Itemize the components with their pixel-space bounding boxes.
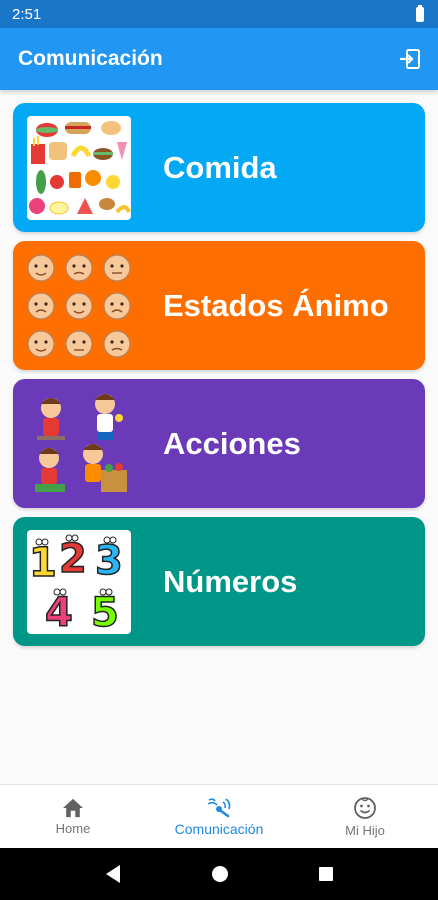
nav-label-mi-hijo: Mi Hijo: [345, 822, 385, 838]
category-card-acciones[interactable]: Acciones: [13, 379, 425, 508]
recents-icon[interactable]: [318, 866, 334, 882]
category-card-estados-animo[interactable]: Estados Ánimo: [13, 241, 425, 370]
back-icon[interactable]: [104, 864, 122, 884]
category-card-comida[interactable]: Comida: [13, 103, 425, 232]
status-time: 2:51: [12, 5, 42, 23]
logout-icon: [400, 49, 420, 69]
svg-text:4: 4: [45, 590, 73, 636]
home-icon: [63, 798, 83, 817]
app-bar: Comunicación: [0, 28, 438, 90]
category-card-numeros[interactable]: 1 2 3 4 5 Números: [13, 517, 425, 646]
category-label: Números: [163, 563, 298, 599]
nav-label-comunicacion: Comunicación: [174, 821, 264, 837]
nav-item-home[interactable]: Home: [0, 785, 146, 848]
smiley-icon: [354, 796, 376, 819]
system-nav-bar: [0, 848, 438, 900]
kids-activities-icon: [35, 393, 127, 492]
svg-text:3: 3: [95, 538, 123, 584]
communication-icon: [207, 798, 231, 818]
nav-item-mi-hijo[interactable]: Mi Hijo: [292, 785, 438, 848]
colorful-numbers-icon: 1 2 3 4 5: [27, 529, 131, 636]
svg-text:1: 1: [29, 540, 57, 586]
nav-label-home: Home: [55, 820, 91, 836]
category-list: Comida Estados Ánimo Acciones 1 2 3 4 5 …: [0, 90, 438, 784]
svg-text:2: 2: [59, 536, 87, 582]
category-label: Comida: [163, 149, 277, 185]
food-collage-icon: [27, 115, 131, 220]
category-label: Acciones: [163, 425, 301, 461]
logout-button[interactable]: [396, 45, 424, 73]
page-title: Comunicación: [18, 47, 163, 70]
svg-text:5: 5: [91, 590, 119, 636]
bottom-nav: Home Comunicación Mi Hijo: [0, 784, 438, 848]
status-bar: 2:51: [0, 0, 438, 28]
category-label: Estados Ánimo: [163, 287, 389, 323]
nav-item-comunicacion[interactable]: Comunicación: [146, 785, 292, 848]
home-circle-icon[interactable]: [211, 865, 229, 883]
battery-icon: [416, 5, 424, 22]
faces-grid-icon: [27, 253, 131, 358]
